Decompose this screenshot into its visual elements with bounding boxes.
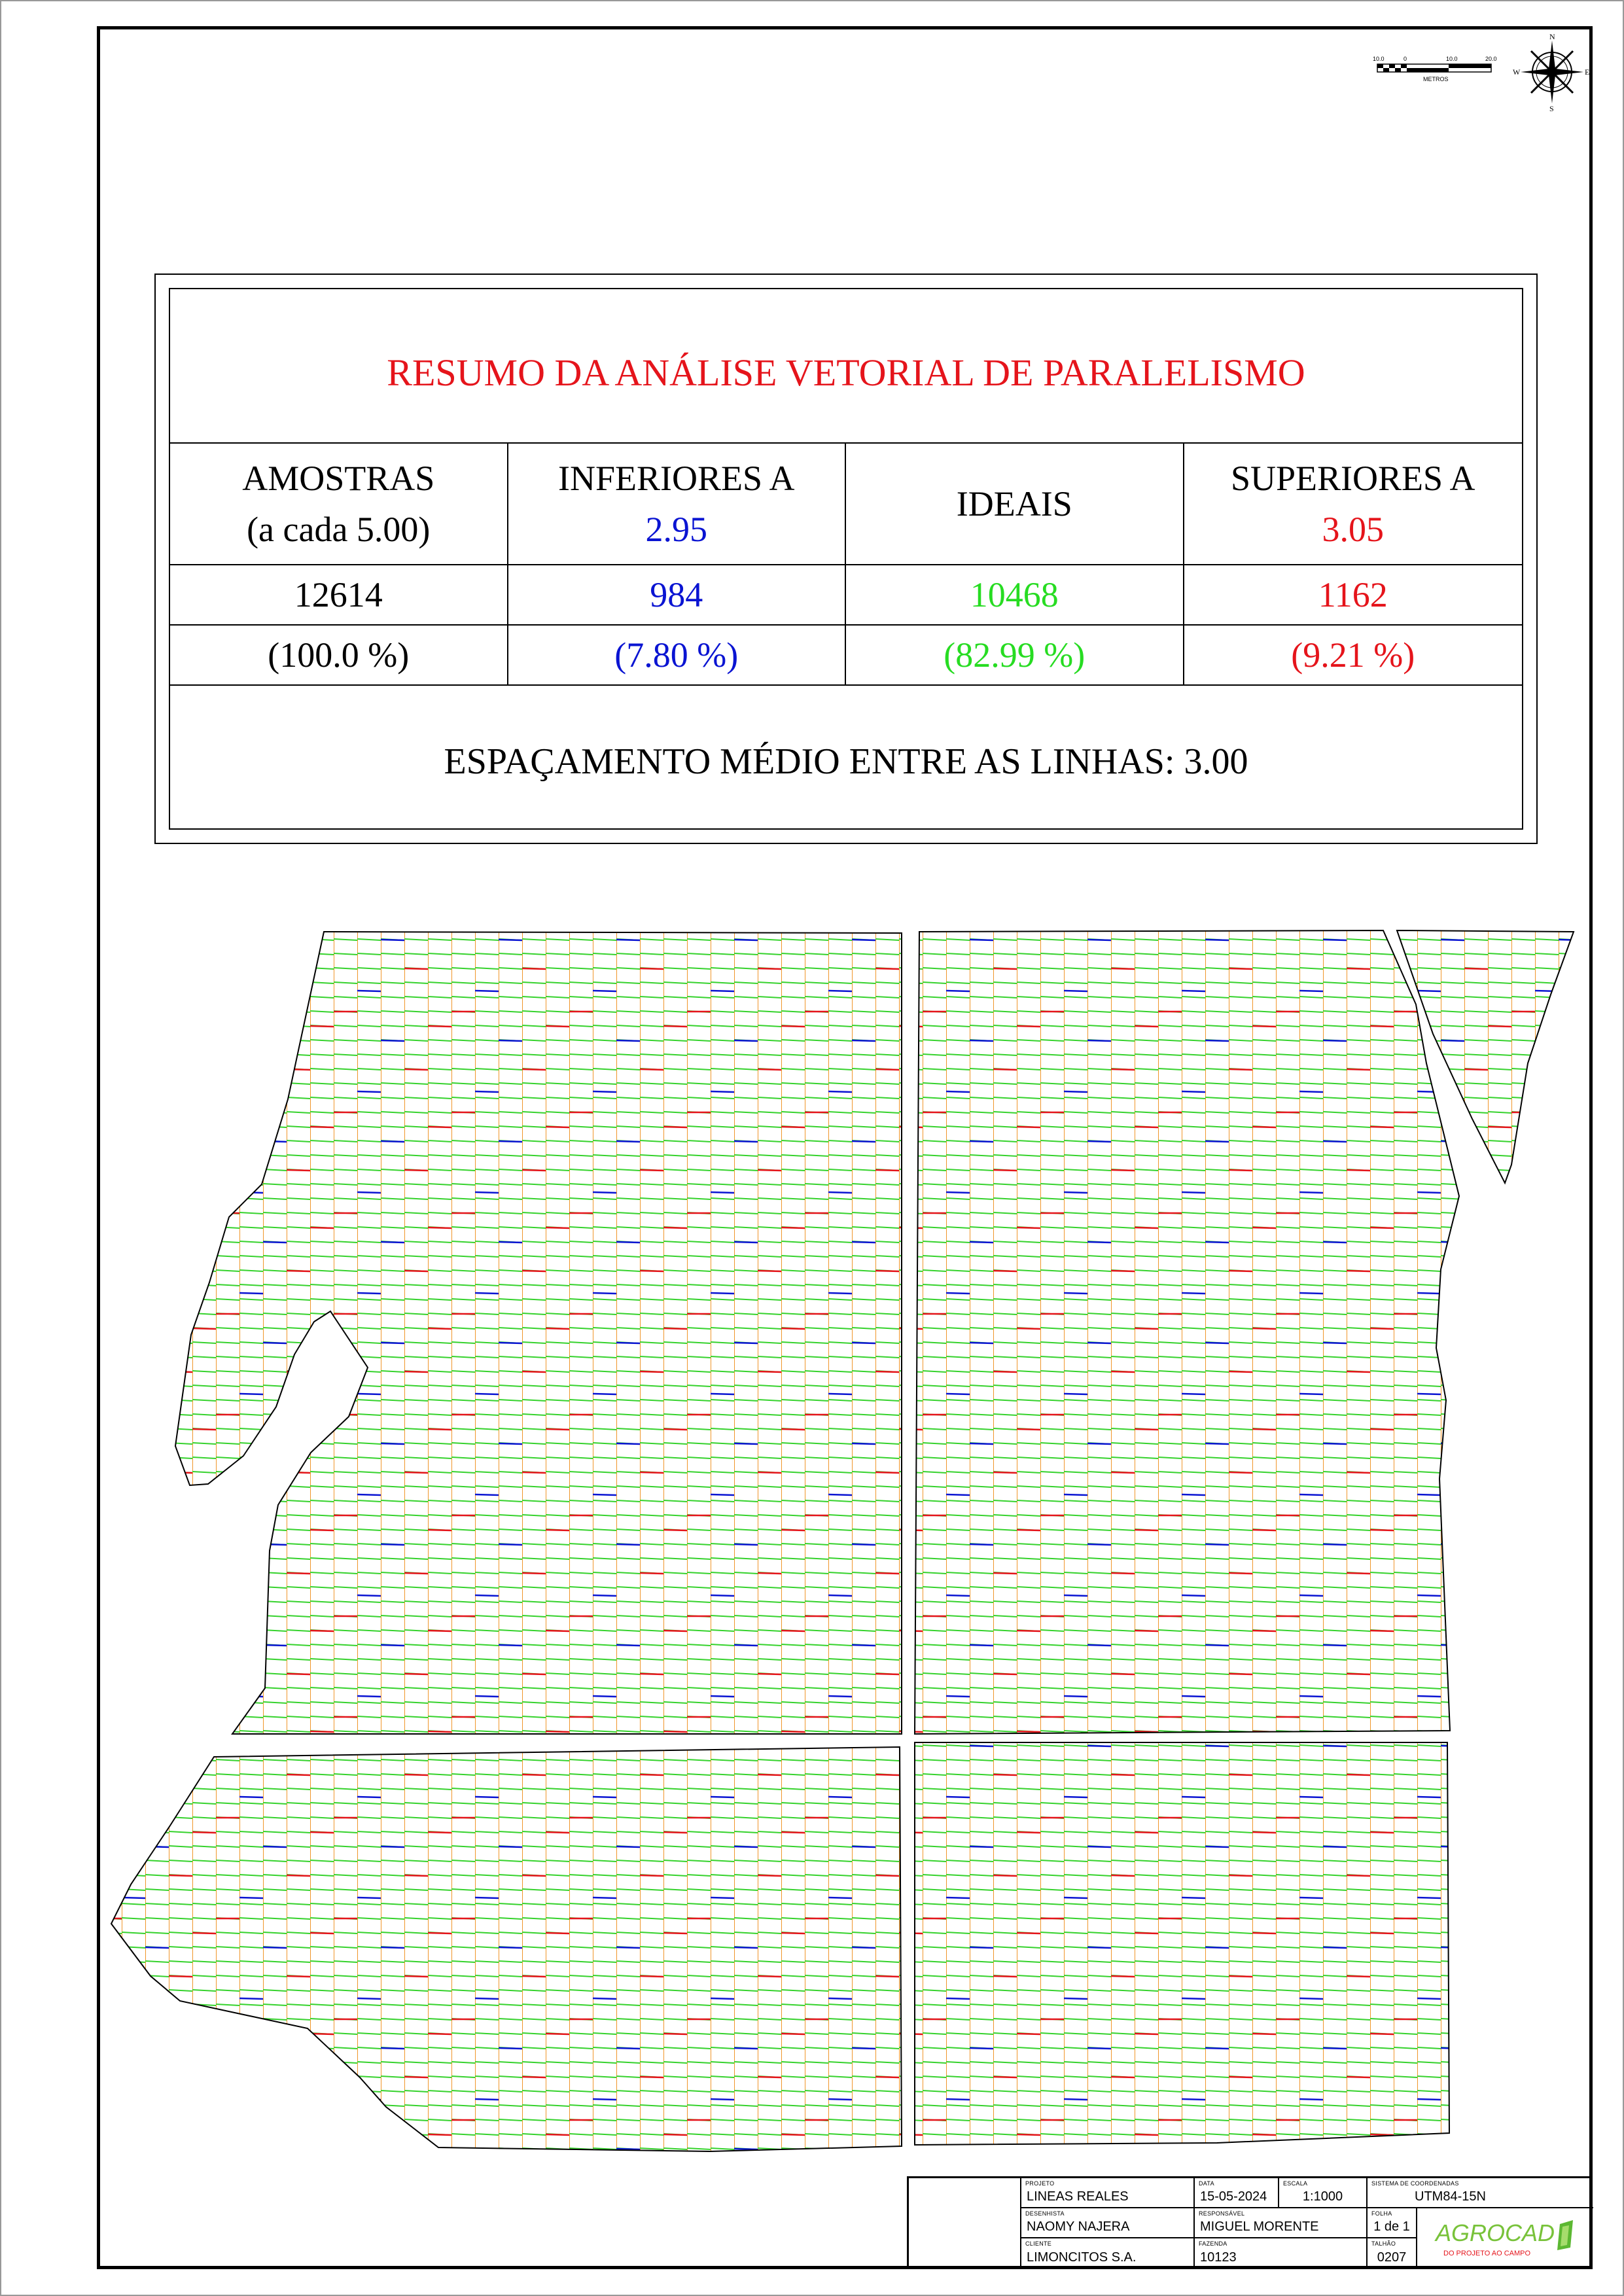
tb-data-value: 15-05-2024 bbox=[1200, 2189, 1267, 2204]
lower-threshold: 2.95 bbox=[645, 510, 708, 549]
ideal-count: 10468 bbox=[846, 565, 1184, 624]
title-block: PROJETO LINEAS REALES DATA 15-05-2024 ES… bbox=[907, 2176, 1593, 2269]
agrocad-logo-icon: AGROCAD DO PROJETO AO CAMPO bbox=[1434, 2219, 1573, 2257]
compass-east-label: E bbox=[1585, 67, 1589, 77]
field-block-southeast bbox=[914, 1742, 1451, 2146]
tb-sistema-label: SISTEMA DE COORDENADAS bbox=[1371, 2180, 1459, 2187]
scale-unit: METROS bbox=[1423, 76, 1449, 82]
tb-cliente-value: LIMONCITOS S.A. bbox=[1027, 2250, 1137, 2265]
upper-header-label: SUPERIORES A bbox=[1230, 458, 1475, 498]
agrocad-logo: AGROCAD DO PROJETO AO CAMPO bbox=[1417, 2208, 1593, 2269]
tb-talhao: TALHÃO 0207 bbox=[1368, 2238, 1417, 2269]
samples-percent: (100.0 %) bbox=[170, 626, 508, 684]
tb-responsavel: RESPONSÁVEL MIGUEL MORENTE bbox=[1195, 2208, 1368, 2238]
summary-title: RESUMO DA ANÁLISE VETORIAL DE PARALELISM… bbox=[170, 289, 1522, 444]
compass-rose-icon: N S W E bbox=[1513, 34, 1589, 113]
tb-projeto-value: LINEAS REALES bbox=[1027, 2189, 1129, 2204]
ideal-header: IDEAIS bbox=[846, 444, 1184, 564]
tb-escala-label: ESCALA bbox=[1283, 2180, 1308, 2187]
logo-text: AGROCAD bbox=[1434, 2219, 1555, 2246]
tb-desenhista-value: NAOMY NAJERA bbox=[1027, 2219, 1130, 2234]
field-block-southwest bbox=[110, 1746, 903, 2153]
tb-folha-value: 1 de 1 bbox=[1373, 2219, 1410, 2234]
tb-responsavel-value: MIGUEL MORENTE bbox=[1200, 2219, 1319, 2234]
tb-talhao-label: TALHÃO bbox=[1371, 2240, 1396, 2247]
summary-percent-row: (100.0 %) (7.80 %) (82.99 %) (9.21 %) bbox=[170, 626, 1522, 686]
summary-table: RESUMO DA ANÁLISE VETORIAL DE PARALELISM… bbox=[169, 288, 1523, 830]
tb-talhao-value: 0207 bbox=[1377, 2250, 1407, 2265]
ideal-percent: (82.99 %) bbox=[846, 626, 1184, 684]
tb-projeto-label: PROJETO bbox=[1025, 2180, 1055, 2187]
tb-folha-label: FOLHA bbox=[1371, 2210, 1392, 2217]
tb-responsavel-label: RESPONSÁVEL bbox=[1199, 2210, 1245, 2217]
lower-count: 984 bbox=[508, 565, 846, 624]
field-block-northeast bbox=[913, 929, 1460, 1735]
upper-percent: (9.21 %) bbox=[1291, 635, 1415, 675]
tb-cliente-label: CLIENTE bbox=[1025, 2240, 1052, 2247]
scale-bar: 10.0 0 10.0 20.0 METROS bbox=[1373, 56, 1497, 82]
upper-threshold: 3.05 bbox=[1322, 510, 1385, 549]
summary-count-row: 12614 984 10468 1162 bbox=[170, 565, 1522, 626]
tb-escala: ESCALA 1:1000 bbox=[1279, 2178, 1368, 2208]
scale-tick-label: 20.0 bbox=[1485, 56, 1497, 62]
upper-header: SUPERIORES A 3.05 bbox=[1184, 444, 1523, 564]
samples-header: AMOSTRAS (a cada 5.00) bbox=[170, 444, 508, 564]
summary-header-row: AMOSTRAS (a cada 5.00) INFERIORES A 2.95… bbox=[170, 444, 1522, 565]
field-map bbox=[110, 929, 1575, 2153]
tb-fazenda-label: FAZENDA bbox=[1199, 2240, 1227, 2247]
scale-tick-label: 0 bbox=[1403, 56, 1407, 62]
tb-sistema: SISTEMA DE COORDENADAS UTM84-15N bbox=[1368, 2178, 1593, 2208]
tb-sistema-value: UTM84-15N bbox=[1415, 2189, 1486, 2204]
lower-percent: (7.80 %) bbox=[508, 626, 846, 684]
compass-south-label: S bbox=[1549, 104, 1554, 113]
compass-west-label: W bbox=[1513, 67, 1521, 77]
samples-header-label: AMOSTRAS bbox=[242, 458, 435, 498]
tb-data: DATA 15-05-2024 bbox=[1195, 2178, 1279, 2208]
logo-tagline: DO PROJETO AO CAMPO bbox=[1443, 2250, 1530, 2257]
tb-fazenda-value: 10123 bbox=[1200, 2250, 1237, 2265]
tb-folha: FOLHA 1 de 1 bbox=[1368, 2208, 1417, 2238]
tb-data-label: DATA bbox=[1199, 2180, 1214, 2187]
field-block-northwest bbox=[174, 930, 902, 1735]
samples-count: 12614 bbox=[170, 565, 508, 624]
tb-desenhista: DESENHISTA NAOMY NAJERA bbox=[1021, 2208, 1195, 2238]
ideal-header-label: IDEAIS bbox=[956, 484, 1072, 523]
tb-fazenda: FAZENDA 10123 bbox=[1195, 2238, 1368, 2269]
lower-header-label: INFERIORES A bbox=[557, 458, 795, 498]
scale-tick-label: 10.0 bbox=[1446, 56, 1458, 62]
tb-projeto: PROJETO LINEAS REALES bbox=[1021, 2178, 1195, 2208]
scale-tick-label: 10.0 bbox=[1373, 56, 1385, 62]
compass-north-label: N bbox=[1549, 34, 1555, 41]
title-block-blank bbox=[909, 2178, 1021, 2269]
tb-desenhista-label: DESENHISTA bbox=[1025, 2210, 1065, 2217]
tb-cliente: CLIENTE LIMONCITOS S.A. bbox=[1021, 2238, 1195, 2269]
tb-escala-value: 1:1000 bbox=[1302, 2189, 1343, 2204]
lower-header: INFERIORES A 2.95 bbox=[508, 444, 846, 564]
average-spacing: ESPAÇAMENTO MÉDIO ENTRE AS LINHAS: 3.00 bbox=[444, 741, 1248, 782]
samples-interval: (a cada 5.00) bbox=[247, 510, 431, 549]
upper-count: 1162 bbox=[1318, 574, 1388, 614]
